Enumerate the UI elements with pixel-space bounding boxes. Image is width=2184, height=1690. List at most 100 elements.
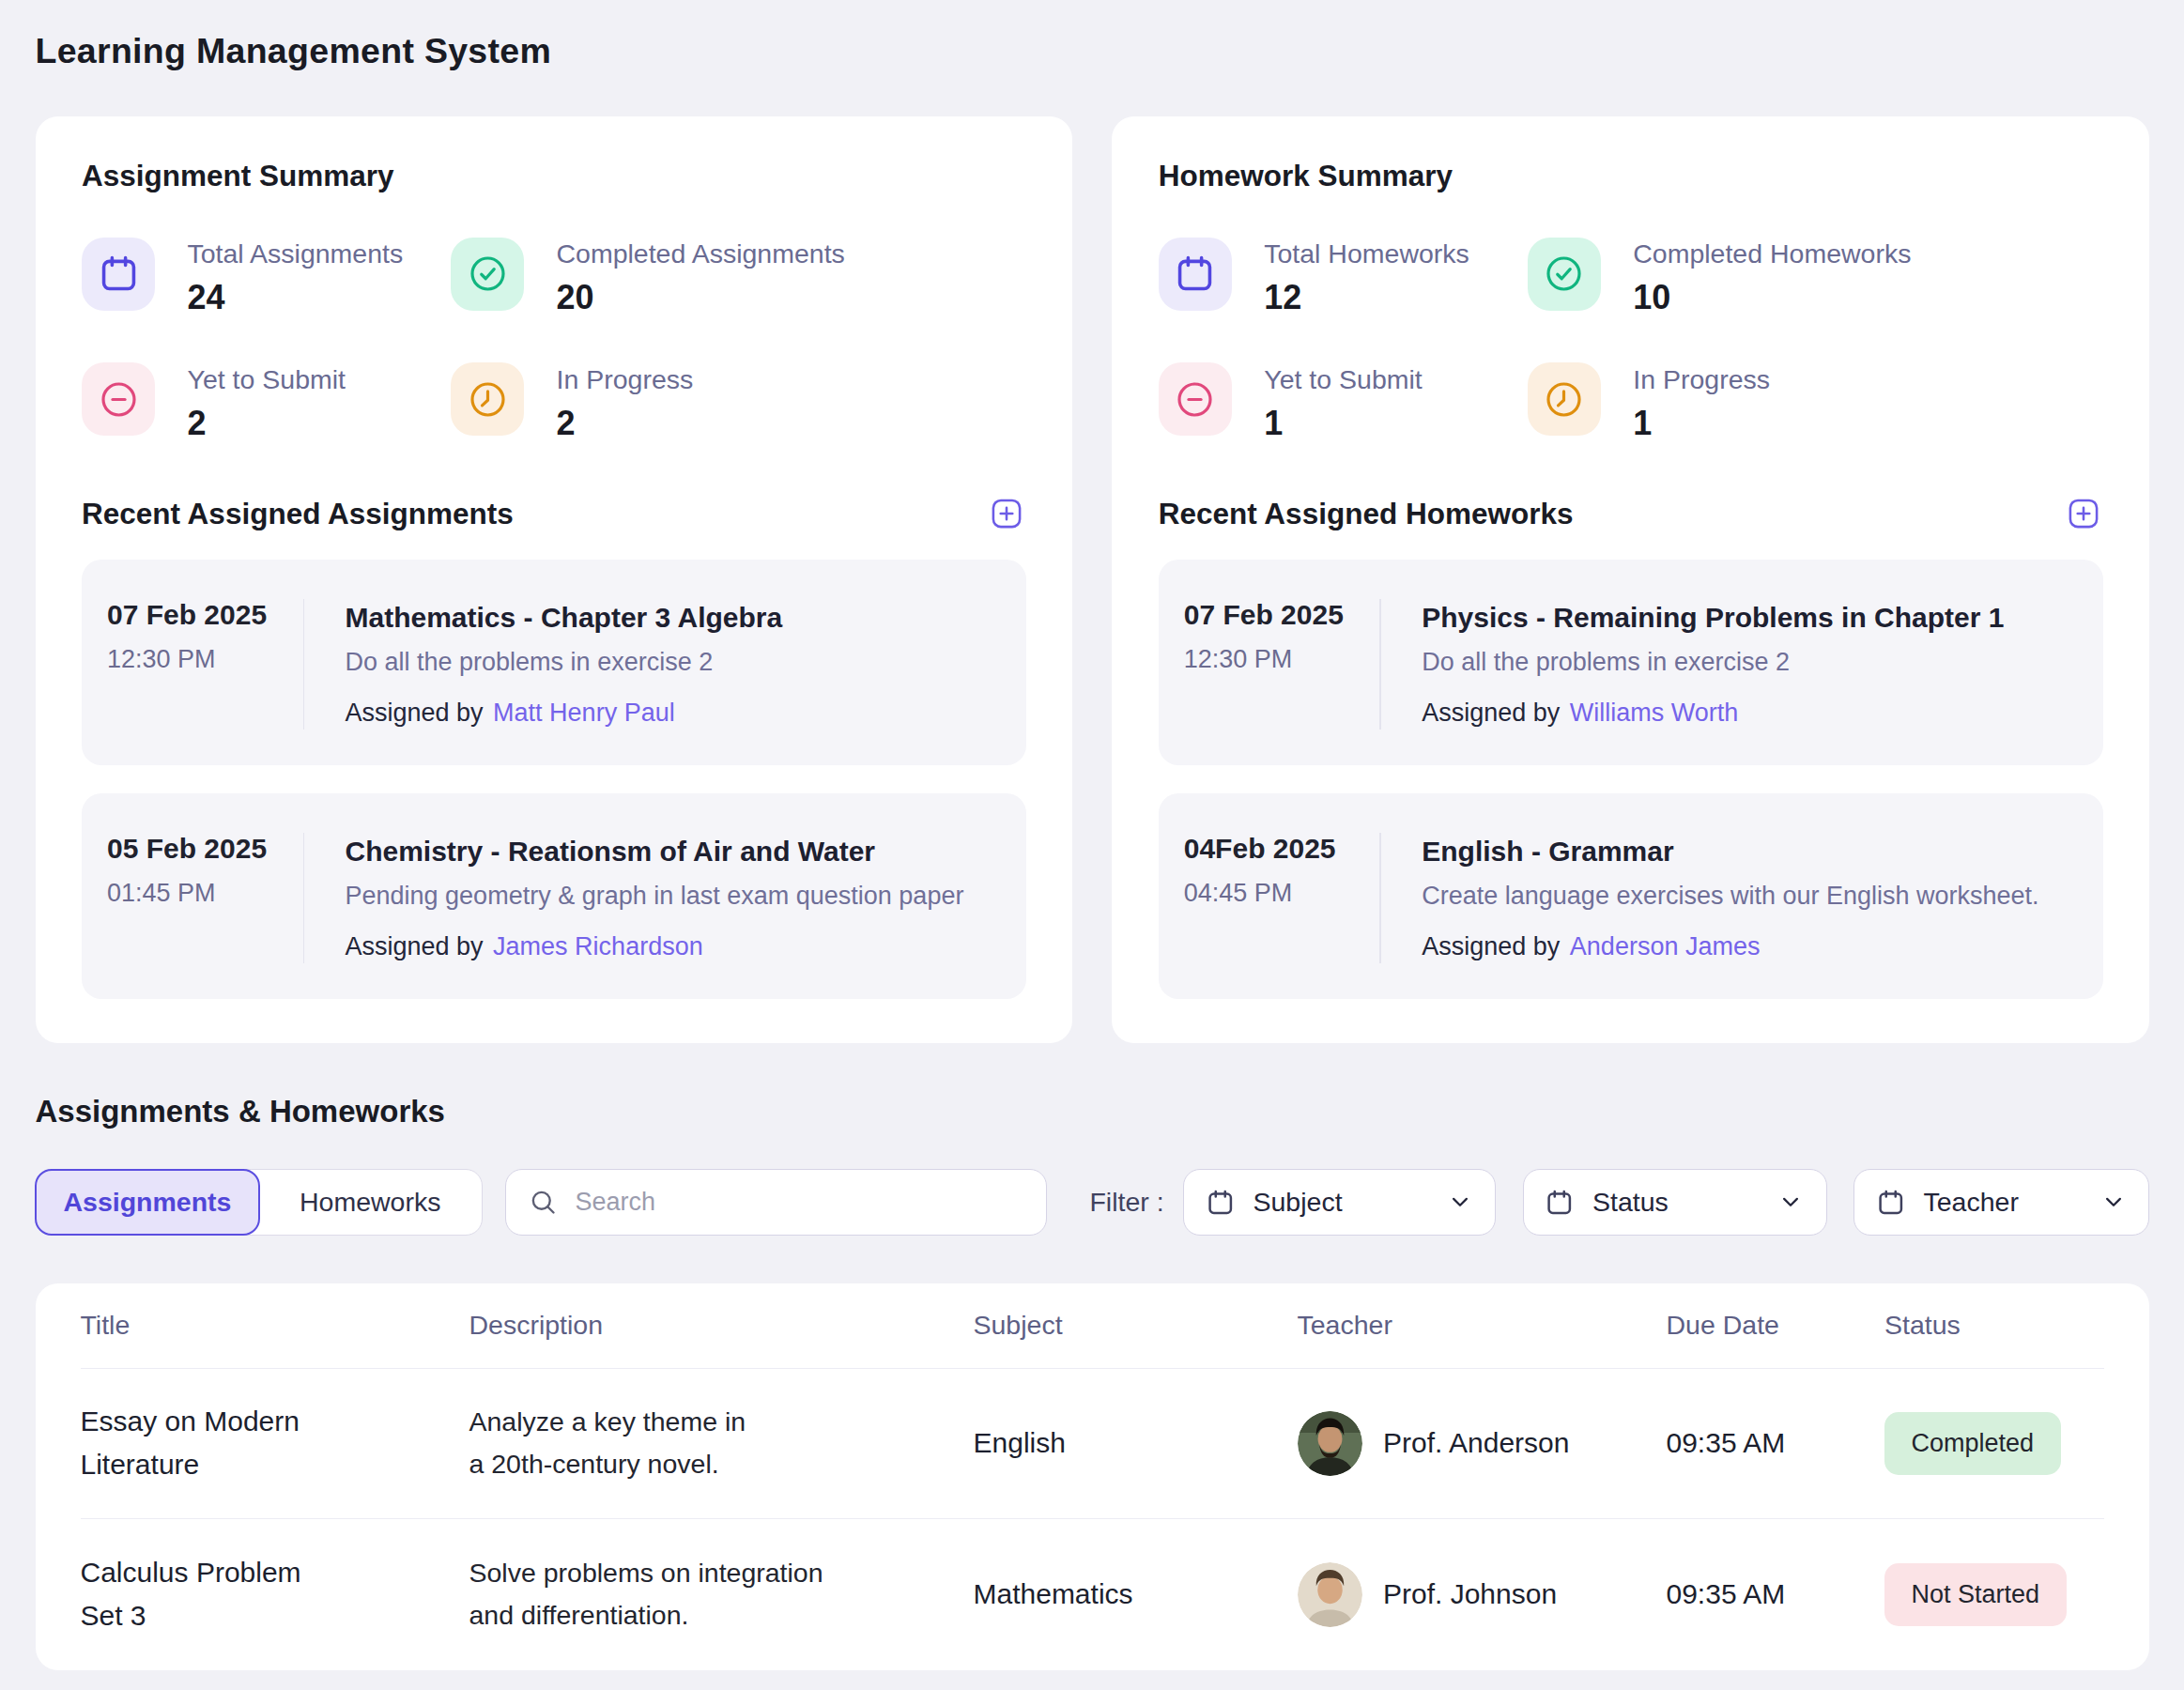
stat-value: 10 <box>1633 278 1911 317</box>
stat-value: 12 <box>1264 278 1469 317</box>
calendar-icon <box>1545 1188 1575 1218</box>
status-badge: Not Started <box>1884 1563 2067 1626</box>
chevron-down-icon <box>2099 1188 2128 1216</box>
stats-grid: Total Assignments 24 Completed Assignment… <box>82 238 1026 443</box>
item-description: Do all the problems in exercise 2 <box>346 645 783 679</box>
col-description: Description <box>469 1283 974 1368</box>
assignments-table: Title Description Subject Teacher Due Da… <box>36 1283 2150 1670</box>
item-time: 12:30 PM <box>107 645 303 674</box>
stat-in-progress: In Progress 1 <box>1528 362 2103 443</box>
item-assigned-by: Assigned byJames Richardson <box>346 930 964 963</box>
stat-completed-homeworks: Completed Homeworks 10 <box>1528 238 2103 318</box>
item-time: 01:45 PM <box>107 879 303 908</box>
table-header-row: Title Description Subject Teacher Due Da… <box>81 1283 2105 1369</box>
page-title: Learning Management System <box>36 31 2150 71</box>
item-title: English - Grammar <box>1422 833 2038 869</box>
chevron-down-icon <box>1776 1188 1805 1216</box>
stat-label: In Progress <box>1633 362 1770 395</box>
table-row[interactable]: Essay on Modern Literature Analyze a key… <box>81 1369 2105 1520</box>
add-assignment-button[interactable] <box>990 497 1023 530</box>
stat-label: Total Assignments <box>188 238 404 270</box>
row-title: Calculus Problem Set 3 <box>81 1551 328 1638</box>
table-row[interactable]: Calculus Problem Set 3 Solve problems on… <box>81 1519 2105 1670</box>
item-title: Chemistry - Reationsm of Air and Water <box>346 833 964 869</box>
search-box[interactable] <box>505 1169 1048 1236</box>
search-icon <box>529 1188 559 1218</box>
item-date: 07 Feb 2025 <box>1184 599 1380 631</box>
tab-homeworks[interactable]: Homeworks <box>258 1170 481 1235</box>
filter-group: Subject Status Teacher <box>1183 1169 2149 1236</box>
stat-completed-assignments: Completed Assignments 20 <box>451 238 1026 318</box>
item-body: English - Grammar Create language exerci… <box>1381 833 2039 964</box>
item-title: Mathematics - Chapter 3 Algebra <box>346 599 783 636</box>
stat-total-assignments: Total Assignments 24 <box>82 238 451 318</box>
check-circle-icon <box>451 238 524 311</box>
row-due-date: 09:35 AM <box>1667 1427 1885 1459</box>
controls-row: Assignments Homeworks Filter : Subject S… <box>36 1169 2150 1236</box>
item-date-col: 07 Feb 2025 12:30 PM <box>107 599 303 730</box>
row-description: Analyze a key theme in a 20th-century no… <box>469 1401 762 1485</box>
item-body: Chemistry - Reationsm of Air and Water P… <box>304 833 963 964</box>
item-description: Do all the problems in exercise 2 <box>1422 645 2004 679</box>
check-circle-icon <box>1528 238 1601 311</box>
homework-item[interactable]: 07 Feb 2025 12:30 PM Physics - Remaining… <box>1159 560 2103 765</box>
stat-label: Yet to Submit <box>1264 362 1422 395</box>
assignment-summary-card: Assignment Summary Total Assignments 24 C… <box>36 116 1073 1043</box>
homework-item[interactable]: 04Feb 2025 04:45 PM English - Grammar Cr… <box>1159 793 2103 999</box>
card-title: Homework Summary <box>1159 159 2103 193</box>
item-body: Physics - Remaining Problems in Chapter … <box>1381 599 2005 730</box>
prof-anderson-avatar <box>1298 1411 1362 1476</box>
col-subject: Subject <box>974 1283 1298 1368</box>
teacher-filter-dropdown[interactable]: Teacher <box>1853 1169 2149 1236</box>
calendar-icon <box>1206 1188 1236 1218</box>
item-date: 07 Feb 2025 <box>107 599 303 631</box>
add-homework-button[interactable] <box>2067 497 2100 530</box>
row-teacher: Prof. Anderson <box>1298 1411 1667 1476</box>
col-title: Title <box>81 1283 469 1368</box>
stat-label: Completed Assignments <box>557 238 845 270</box>
stat-in-progress: In Progress2 <box>451 362 1026 443</box>
item-date-col: 04Feb 2025 04:45 PM <box>1184 833 1380 964</box>
item-description: Pending geometry & graph in last exam qu… <box>346 879 964 913</box>
assignee-link[interactable]: Anderson James <box>1570 932 1761 960</box>
stat-value: 20 <box>557 278 845 317</box>
item-body: Mathematics - Chapter 3 Algebra Do all t… <box>304 599 782 730</box>
col-teacher: Teacher <box>1298 1283 1667 1368</box>
col-status: Status <box>1884 1283 2104 1368</box>
stat-label: Completed Homeworks <box>1633 238 1911 270</box>
stat-value: 1 <box>1633 404 1770 443</box>
clock-icon <box>1528 362 1601 436</box>
status-filter-dropdown[interactable]: Status <box>1523 1169 1827 1236</box>
status-badge: Completed <box>1884 1412 2061 1475</box>
item-description: Create language exercises with our Engli… <box>1422 879 2038 913</box>
recent-homeworks-title: Recent Assigned Homeworks <box>1159 497 1574 531</box>
stat-yet-to-submit: Yet to Submit1 <box>1159 362 1528 443</box>
item-title: Physics - Remaining Problems in Chapter … <box>1422 599 2004 636</box>
homework-summary-card: Homework Summary Total Homeworks12 Compl… <box>1112 116 2149 1043</box>
row-subject: English <box>974 1427 1298 1459</box>
tab-group: Assignments Homeworks <box>36 1169 483 1236</box>
assignee-link[interactable]: James Richardson <box>493 932 703 960</box>
assignment-item[interactable]: 07 Feb 2025 12:30 PM Mathematics - Chapt… <box>82 560 1026 765</box>
tab-assignments[interactable]: Assignments <box>35 1169 260 1237</box>
stat-yet-to-submit: Yet to Submit 2 <box>82 362 451 443</box>
card-title: Assignment Summary <box>82 159 1026 193</box>
lms-dashboard: Learning Management System Assignment Su… <box>0 0 2184 1670</box>
stats-grid: Total Homeworks12 Completed Homeworks10 … <box>1159 238 2103 443</box>
stat-value: 2 <box>188 404 346 443</box>
item-time: 12:30 PM <box>1184 645 1380 674</box>
item-assigned-by: Assigned byAnderson James <box>1422 930 2038 963</box>
stat-value: 24 <box>188 278 404 317</box>
stat-label: Yet to Submit <box>188 362 346 395</box>
item-date-col: 07 Feb 2025 12:30 PM <box>1184 599 1380 730</box>
assignee-link[interactable]: Williams Worth <box>1570 699 1739 727</box>
row-teacher: Prof. Johnson <box>1298 1562 1667 1627</box>
minus-circle-icon <box>1159 362 1232 436</box>
assignee-link[interactable]: Matt Henry Paul <box>493 699 675 727</box>
assignments-homeworks-title: Assignments & Homeworks <box>36 1094 2150 1129</box>
stat-total-homeworks: Total Homeworks12 <box>1159 238 1528 318</box>
subject-filter-dropdown[interactable]: Subject <box>1183 1169 1496 1236</box>
search-input[interactable] <box>575 1188 1023 1217</box>
assignment-item[interactable]: 05 Feb 2025 01:45 PM Chemistry - Reation… <box>82 793 1026 999</box>
row-title: Essay on Modern Literature <box>81 1400 328 1487</box>
